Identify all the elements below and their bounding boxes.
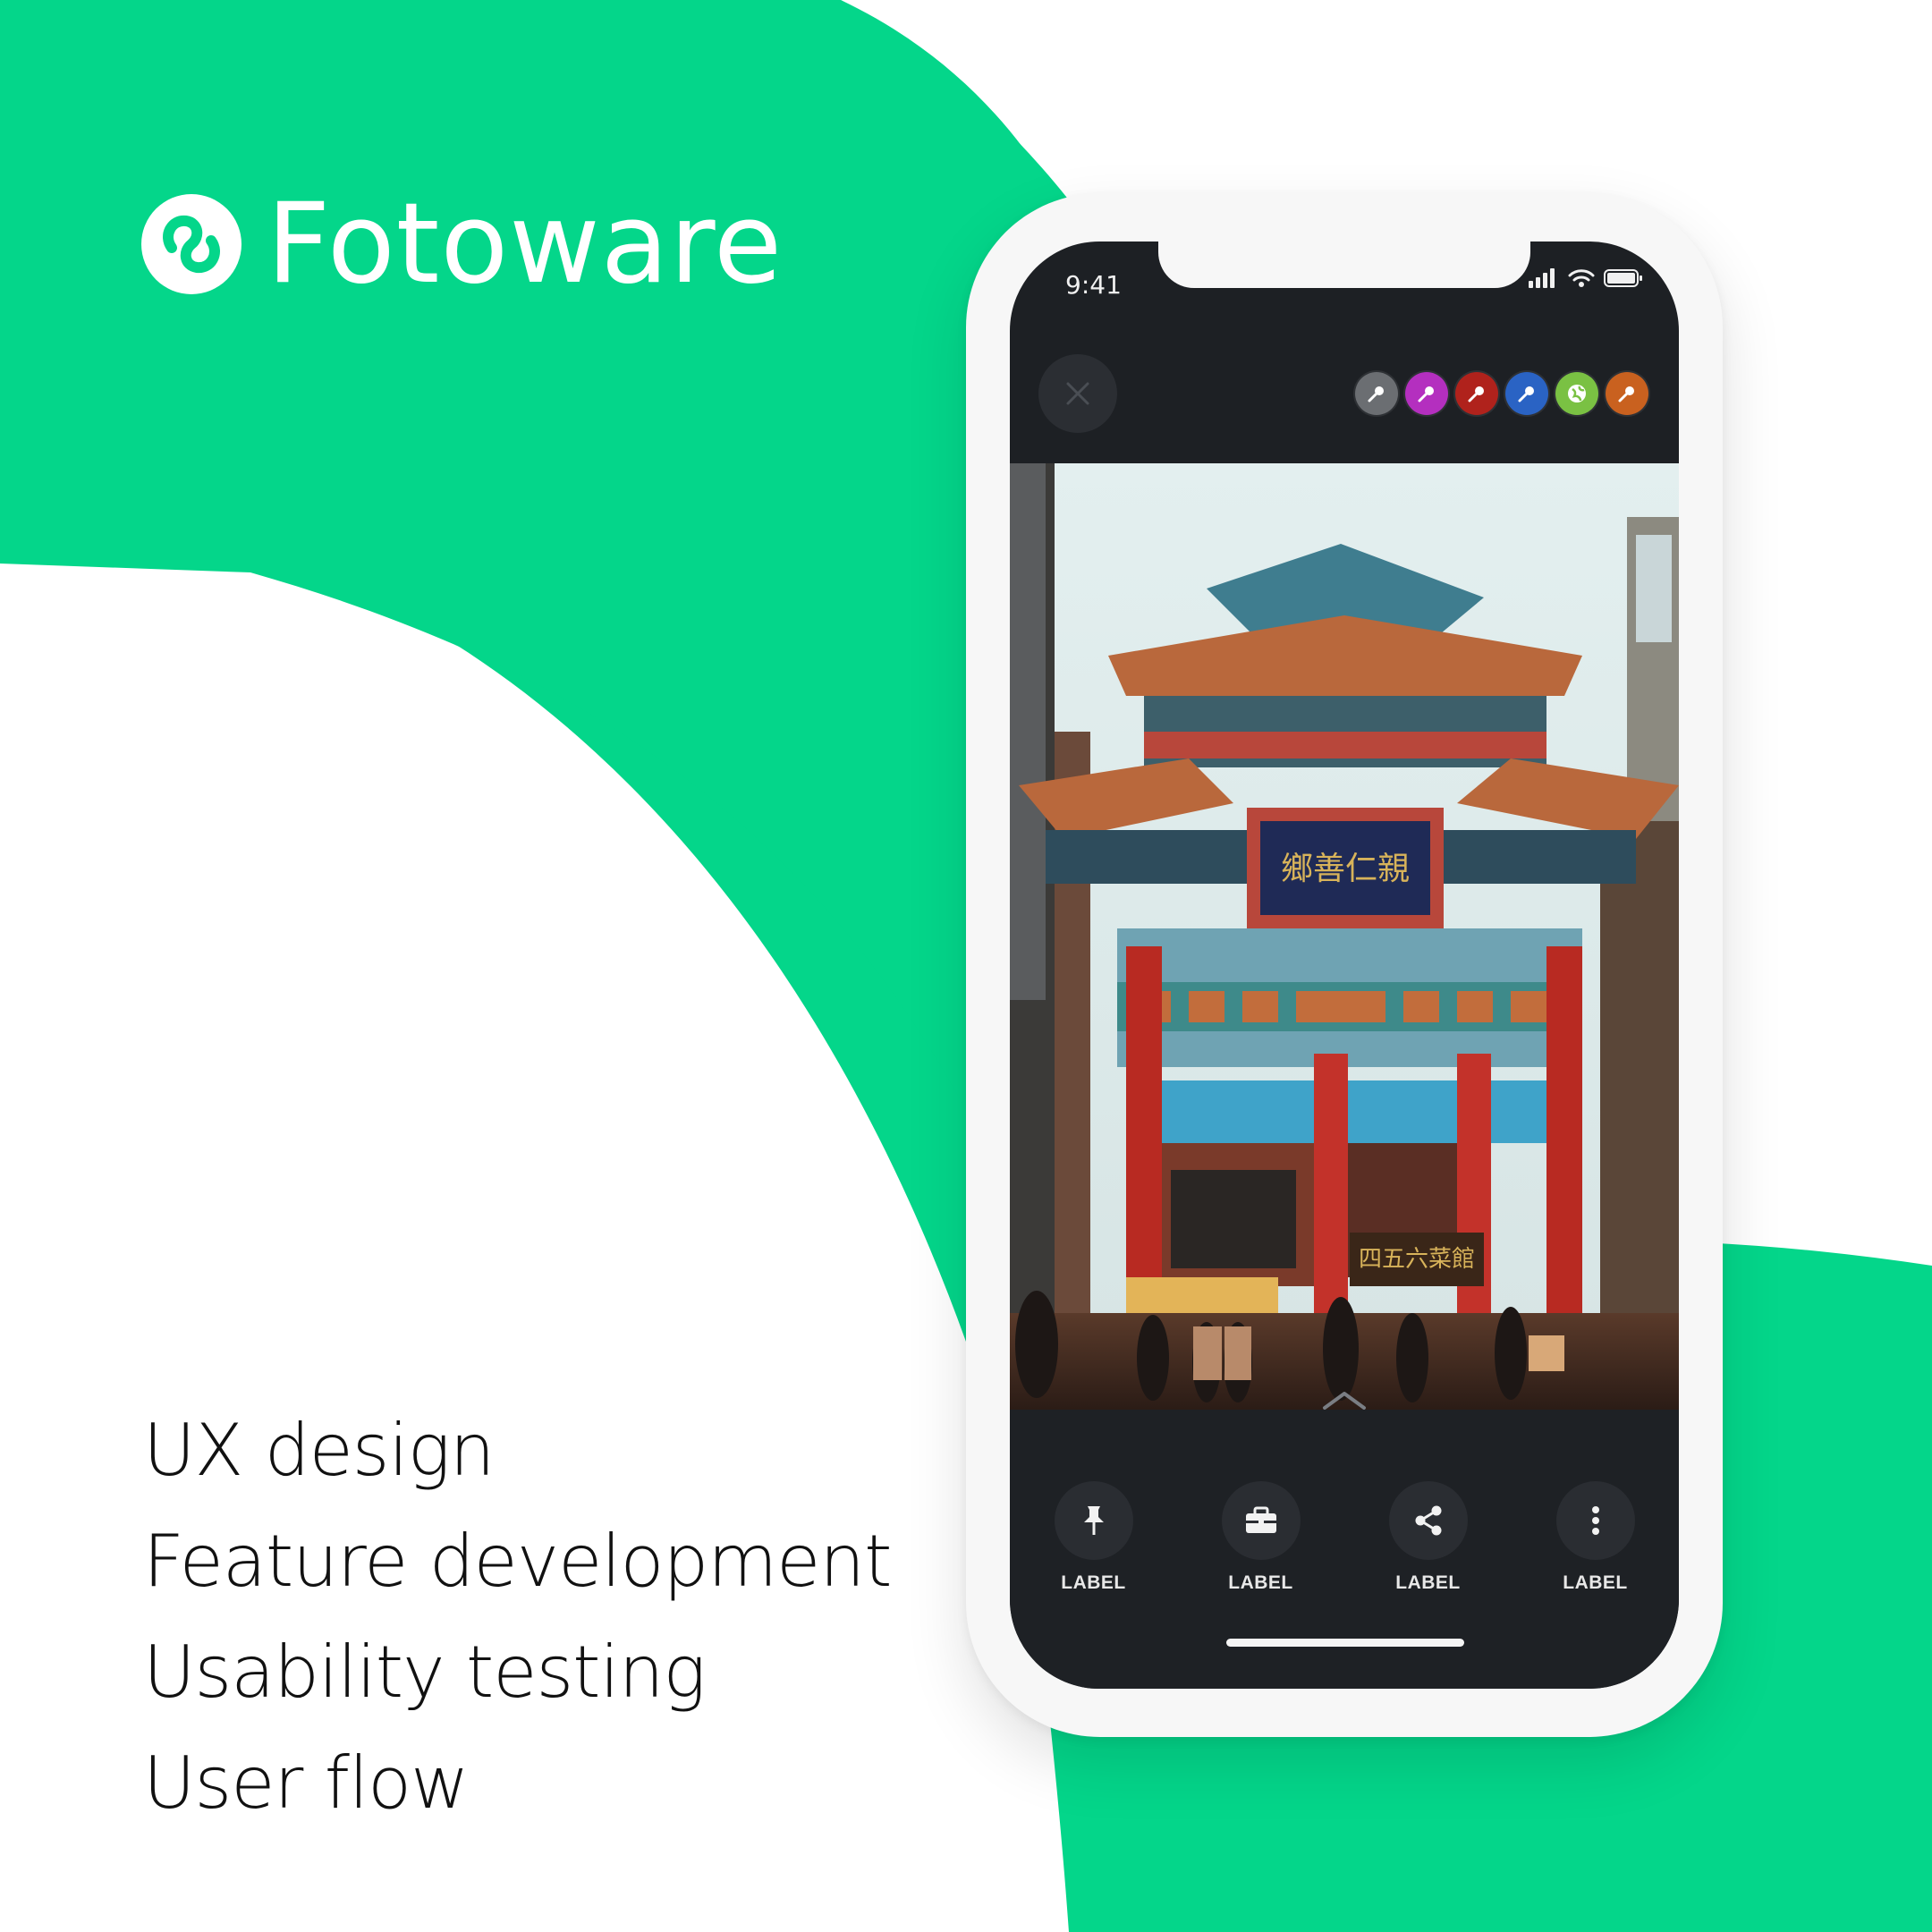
action-label: LABEL — [1395, 1572, 1461, 1593]
phone-mockup: 9:41 鄉善仁親 四五六菜館 LABEL LABEL LABEL LABEL — [966, 193, 1723, 1737]
key-icon[interactable] — [1505, 372, 1548, 415]
pin-icon — [1083, 1506, 1104, 1535]
feature-item: User flow — [143, 1741, 470, 1825]
feature-list: UX design Feature development Usability … — [143, 1395, 892, 1839]
pin-action[interactable]: LABEL — [1010, 1481, 1177, 1594]
briefcase-action[interactable]: LABEL — [1177, 1481, 1344, 1594]
feature-item: Usability testing — [143, 1631, 706, 1714]
sign-text: 鄉善仁親 — [1281, 851, 1410, 887]
action-label: LABEL — [1061, 1572, 1126, 1593]
brand: Fotoware — [141, 180, 784, 309]
more-action[interactable]: LABEL — [1512, 1481, 1679, 1594]
key-icon[interactable] — [1355, 372, 1398, 415]
key-icon[interactable] — [1455, 372, 1498, 415]
more-button[interactable] — [1555, 1481, 1635, 1560]
status-time: 9:41 — [1065, 270, 1122, 300]
close-icon — [1066, 382, 1089, 405]
globe-icon[interactable] — [1555, 372, 1598, 415]
shop-sign-text: 四五六菜館 — [1359, 1246, 1475, 1273]
home-indicator[interactable] — [1226, 1639, 1464, 1647]
key-icon[interactable] — [1606, 372, 1648, 415]
share-action[interactable]: LABEL — [1344, 1481, 1512, 1594]
briefcase-button[interactable] — [1221, 1481, 1301, 1560]
chinatown-gate-photo[interactable]: 鄉善仁親 四五六菜館 — [1010, 463, 1679, 1410]
close-button[interactable] — [1038, 354, 1117, 433]
battery-icon — [1604, 268, 1643, 292]
briefcase-icon — [1245, 1506, 1276, 1533]
fotoware-logo-icon — [141, 194, 242, 294]
action-panel: LABEL LABEL LABEL LABEL — [1010, 1410, 1679, 1689]
brand-name: Fotoware — [267, 180, 784, 309]
pin-button[interactable] — [1054, 1481, 1133, 1560]
phone-notch — [1158, 242, 1530, 288]
key-icon[interactable] — [1405, 372, 1448, 415]
share-button[interactable] — [1388, 1481, 1468, 1560]
status-icons — [1520, 268, 1643, 292]
more-vertical-icon — [1591, 1506, 1599, 1535]
feature-item: UX design — [143, 1409, 495, 1492]
action-label: LABEL — [1228, 1572, 1293, 1593]
promo-canvas: Fotoware UX design Feature development U… — [0, 0, 1932, 1932]
share-icon — [1415, 1505, 1441, 1536]
viewer-top-bar — [1010, 327, 1679, 463]
signal-icon — [1529, 268, 1559, 292]
access-indicators — [1348, 372, 1648, 415]
feature-item: Feature development — [143, 1520, 892, 1603]
phone-screen: 9:41 鄉善仁親 四五六菜館 LABEL LABEL LABEL LABEL — [1010, 242, 1679, 1689]
wifi-icon — [1568, 268, 1595, 292]
action-bar: LABEL LABEL LABEL LABEL — [1010, 1481, 1679, 1594]
action-label: LABEL — [1563, 1572, 1628, 1593]
